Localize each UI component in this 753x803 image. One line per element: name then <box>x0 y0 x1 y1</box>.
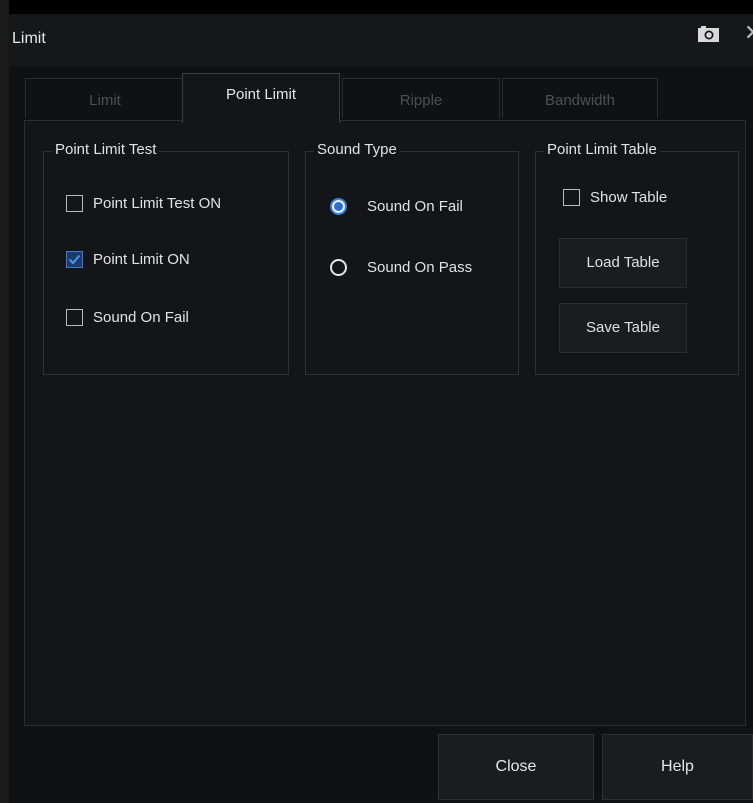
checkbox-label: Show Table <box>590 189 668 206</box>
help-button[interactable]: Help <box>602 734 753 800</box>
tab-ripple[interactable]: Ripple <box>342 78 500 118</box>
point-limit-on-checkbox[interactable]: Point Limit ON <box>66 251 190 268</box>
window-title: Limit <box>12 30 46 47</box>
group-title: Point Limit Test <box>52 141 160 158</box>
dialog-body: Limit Point Limit Ripple Bandwidth Point… <box>9 66 753 803</box>
checkbox-label: Point Limit Test ON <box>93 195 222 212</box>
button-label: Help <box>661 758 694 775</box>
sound-on-fail-checkbox[interactable]: Sound On Fail <box>66 309 189 326</box>
tab-point-limit[interactable]: Point Limit <box>182 73 340 123</box>
checkbox-label: Point Limit ON <box>93 251 190 268</box>
save-table-button[interactable]: Save Table <box>559 303 687 353</box>
load-table-button[interactable]: Load Table <box>559 238 687 288</box>
close-button[interactable]: Close <box>438 734 594 800</box>
tab-label: Ripple <box>399 92 443 109</box>
button-label: Load Table <box>586 254 660 271</box>
point-limit-panel: Point Limit Test Point Limit Test ON Poi… <box>24 120 746 726</box>
button-label: Save Table <box>586 319 660 336</box>
show-table-checkbox[interactable]: Show Table <box>563 189 667 206</box>
point-limit-test-on-checkbox[interactable]: Point Limit Test ON <box>66 195 221 212</box>
close-icon[interactable]: ✕ <box>744 20 753 46</box>
tab-label: Bandwidth <box>544 92 616 109</box>
group-title: Sound Type <box>314 141 400 158</box>
tab-bandwidth[interactable]: Bandwidth <box>502 78 658 118</box>
checkbox-box[interactable] <box>66 195 83 212</box>
radio-label: Sound On Fail <box>367 198 463 215</box>
camera-icon[interactable] <box>697 25 721 43</box>
checkbox-box[interactable] <box>66 251 83 268</box>
tab-label: Limit <box>89 92 121 109</box>
point-limit-test-group: Point Limit Test Point Limit Test ON Poi… <box>43 141 289 375</box>
tab-limit[interactable]: Limit <box>25 78 185 118</box>
radio-indicator[interactable] <box>330 259 347 276</box>
title-bar[interactable]: Limit ✕ <box>9 14 753 66</box>
radio-indicator[interactable] <box>330 198 347 215</box>
button-label: Close <box>495 758 537 775</box>
point-limit-table-group: Point Limit Table Show Table Load Table … <box>535 141 739 375</box>
tab-label: Point Limit <box>225 86 297 103</box>
limit-dialog: Limit ✕ Limit Point Limit Ripple Bandwid… <box>0 0 753 803</box>
checkbox-box[interactable] <box>563 189 580 206</box>
window-frame <box>0 0 9 803</box>
checkbox-box[interactable] <box>66 309 83 326</box>
checkbox-label: Sound On Fail <box>93 309 189 326</box>
checkmark-icon <box>68 254 81 265</box>
radio-label: Sound On Pass <box>367 259 473 276</box>
sound-on-pass-radio[interactable]: Sound On Pass <box>330 259 472 276</box>
sound-on-fail-radio[interactable]: Sound On Fail <box>330 198 463 215</box>
group-title: Point Limit Table <box>544 141 660 158</box>
sound-type-group: Sound Type Sound On Fail Sound On Pass <box>305 141 519 375</box>
